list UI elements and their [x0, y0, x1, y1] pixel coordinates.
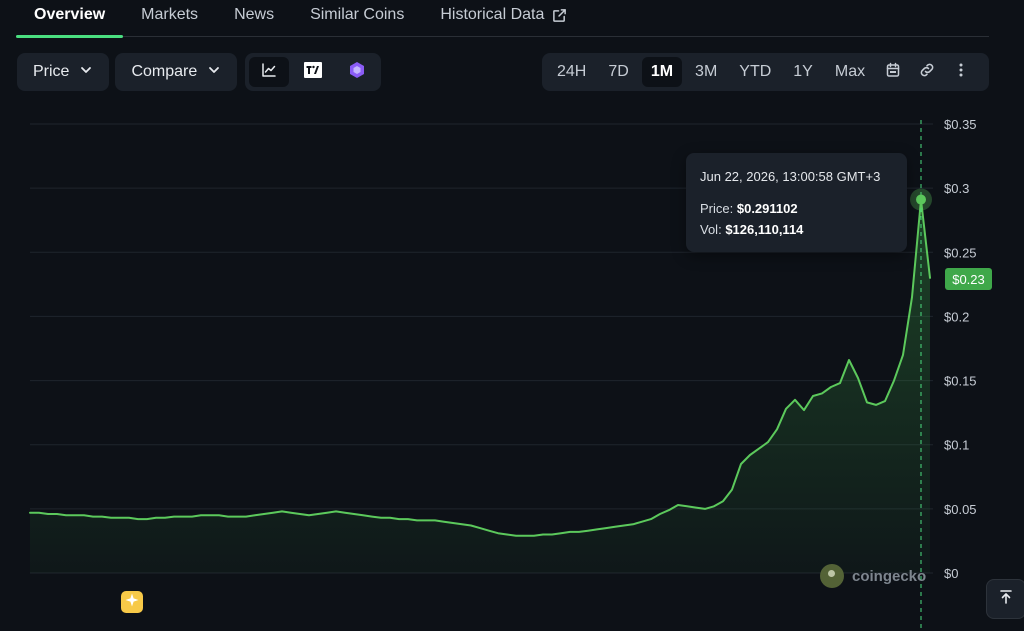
price-dropdown-label: Price — [33, 63, 70, 80]
chart-toolbar-left: Price Compare — [17, 53, 382, 91]
tab-overview-label: Overview — [34, 6, 106, 23]
price-tooltip: Jun 22, 2026, 13:00:58 GMT+3 Price: $0.2… — [686, 153, 907, 252]
tooltip-volume-value: $126,110,114 — [725, 222, 804, 237]
tab-overview[interactable]: Overview — [16, 0, 124, 38]
gem-chart-button[interactable] — [337, 57, 377, 87]
share-link-button[interactable] — [912, 57, 942, 87]
range-ytd-button[interactable]: YTD — [730, 57, 780, 87]
tradingview-icon — [304, 61, 323, 83]
y-axis-tick-label: $0.35 — [944, 117, 977, 132]
current-price-badge: $0.23 — [945, 268, 992, 290]
tab-news[interactable]: News — [216, 0, 292, 37]
range-24h-label: 24H — [557, 63, 587, 80]
compare-dropdown[interactable]: Compare — [115, 53, 238, 91]
price-chart-panel: Overview Markets News Similar Coins Hist… — [0, 0, 1024, 631]
tab-markets[interactable]: Markets — [123, 0, 216, 37]
range-1m-label: 1M — [650, 63, 674, 80]
tooltip-price-value: $0.291102 — [736, 201, 798, 216]
chevron-down-icon — [207, 63, 221, 82]
coingecko-watermark: coingecko — [820, 564, 926, 588]
y-axis-tick-label: $0.05 — [944, 502, 977, 517]
y-axis-tick-label: $0.2 — [944, 309, 969, 324]
tab-historical-data-label: Historical Data — [440, 6, 545, 23]
arrow-up-to-line-icon — [998, 589, 1014, 610]
range-1y-label: 1Y — [793, 63, 813, 80]
chevron-down-icon — [79, 63, 93, 82]
y-axis-tick-label: $0.25 — [944, 245, 977, 260]
gem-icon — [348, 61, 366, 84]
range-7d-label: 7D — [608, 63, 629, 80]
range-3m-label: 3M — [695, 63, 718, 80]
link-icon — [918, 61, 936, 84]
external-link-icon — [552, 6, 567, 28]
y-axis-tick-label: $0 — [944, 566, 958, 581]
tooltip-price-row: Price: $0.291102 — [700, 201, 893, 216]
y-axis-tick-label: $0.3 — [944, 181, 969, 196]
range-7d-button[interactable]: 7D — [599, 57, 637, 87]
range-24h-button[interactable]: 24H — [548, 57, 595, 87]
calendar-icon — [885, 62, 901, 83]
tooltip-price-label: Price: — [700, 201, 734, 216]
range-1y-button[interactable]: 1Y — [784, 57, 822, 87]
tradingview-button[interactable] — [293, 57, 333, 87]
y-axis-tick-label: $0.15 — [944, 374, 977, 389]
ai-insights-button[interactable] — [121, 591, 143, 613]
date-picker-button[interactable] — [878, 57, 908, 87]
y-axis-tick-label: $0.1 — [944, 438, 969, 453]
tooltip-date: Jun 22, 2026, 13:00:58 GMT+3 — [700, 169, 881, 184]
range-max-label: Max — [834, 63, 866, 80]
range-max-button[interactable]: Max — [826, 57, 874, 87]
watermark-text: coingecko — [852, 567, 927, 585]
time-range-selector: 24H 7D 1M 3M YTD 1Y Max — [542, 53, 989, 91]
line-chart-icon — [261, 62, 277, 83]
tab-historical-data[interactable]: Historical Data — [422, 0, 585, 37]
chart-type-selector — [245, 53, 382, 91]
scroll-to-top-button[interactable] — [986, 579, 1024, 619]
tooltip-volume-label: Vol: — [700, 222, 722, 237]
sparkle-icon — [125, 593, 139, 612]
more-vertical-icon — [958, 62, 964, 83]
tab-markets-label: Markets — [141, 6, 199, 23]
range-ytd-label: YTD — [739, 63, 772, 80]
tooltip-volume-row: Vol: $126,110,114 — [700, 222, 893, 237]
coingecko-logo-icon — [820, 564, 844, 588]
price-dropdown[interactable]: Price — [17, 53, 110, 91]
range-1m-button[interactable]: 1M — [641, 57, 683, 87]
tab-bar: Overview Markets News Similar Coins Hist… — [16, 0, 989, 38]
compare-dropdown-label: Compare — [131, 63, 198, 80]
tab-similar-coins[interactable]: Similar Coins — [292, 0, 422, 37]
tab-news-label: News — [234, 6, 275, 23]
hover-point — [916, 194, 926, 205]
range-3m-button[interactable]: 3M — [686, 57, 726, 87]
more-options-button[interactable] — [946, 57, 976, 87]
tab-similar-coins-label: Similar Coins — [310, 6, 405, 23]
line-chart-button[interactable] — [249, 57, 290, 87]
